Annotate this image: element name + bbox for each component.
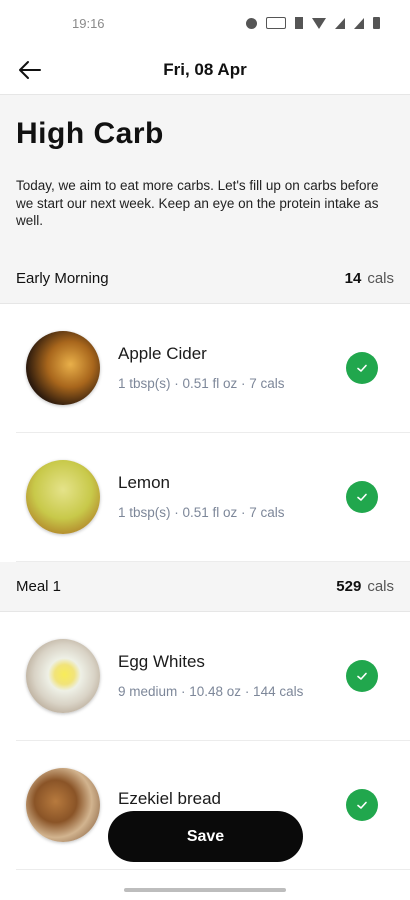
apple-cider-image [26,330,100,405]
food-item-egg-whites[interactable]: Egg Whites 9 medium · 10.48 oz · 144 cal… [16,612,410,741]
section-calories-value: 14 [344,269,362,287]
status-bar: 19:16 [0,0,410,46]
lemon-image [26,459,100,534]
vibrate-icon [295,17,303,29]
plan-description: Today, we aim to eat more carbs. Let's f… [16,178,379,228]
nfc-icon [266,17,286,29]
section-calories: 529 cals [336,578,394,595]
top-bar: Fri, 08 Apr [0,46,410,95]
wifi-icon [312,17,326,29]
food-name: Lemon [118,473,170,492]
status-icons [246,17,380,29]
battery-icon [373,17,380,29]
food-detail: 9 medium · 10.48 oz · 144 cals [118,684,304,699]
food-name: Ezekiel bread [118,788,222,808]
section-calories-value: 529 [336,577,362,595]
plan-title: High Carb [16,117,164,150]
section-calories-unit: cals [367,269,394,287]
page-date: Fri, 08 Apr [163,60,247,79]
section-header-meal-1: Meal 1 529 cals [0,561,410,612]
back-arrow-icon[interactable] [16,56,44,84]
check-icon[interactable] [346,788,378,821]
status-time: 19:16 [72,15,105,31]
food-detail: 1 tbsp(s) · 0.51 fl oz · 7 cals [118,376,285,391]
food-detail: 1 tbsp(s) · 0.51 fl oz · 7 cals [118,505,285,520]
section-calories-unit: cals [367,577,394,595]
save-button[interactable]: Save [108,811,303,862]
check-icon[interactable] [346,480,378,513]
egg-whites-image [26,638,100,713]
check-icon[interactable] [346,659,378,692]
food-name: Apple Cider [118,344,207,363]
food-item-apple-cider[interactable]: Apple Cider 1 tbsp(s) · 0.51 fl oz · 7 c… [16,304,410,433]
signal-icon-2 [354,17,364,29]
alarm-icon [246,17,257,29]
home-indicator[interactable] [124,888,286,892]
section-header-early-morning: Early Morning 14 cals [0,253,410,304]
plan-hero: High Carb Today, we aim to eat more carb… [0,95,410,254]
signal-icon [335,17,345,29]
section-calories: 14 cals [345,270,394,287]
ezekiel-bread-image [26,767,100,842]
food-name: Egg Whites [118,652,205,671]
section-title: Meal 1 [16,577,62,595]
section-title: Early Morning [16,269,109,287]
check-icon[interactable] [346,351,378,384]
food-item-lemon[interactable]: Lemon 1 tbsp(s) · 0.51 fl oz · 7 cals [16,433,410,562]
